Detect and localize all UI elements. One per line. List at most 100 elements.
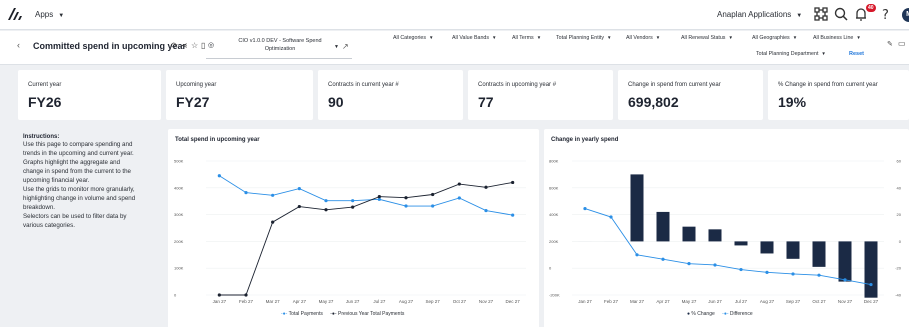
bar bbox=[708, 229, 722, 242]
y2-tick-label: 0 bbox=[899, 239, 902, 244]
data-point bbox=[511, 213, 515, 217]
x-tick-label: Mar 27 bbox=[630, 299, 645, 304]
anaplan-logo-icon[interactable] bbox=[7, 7, 23, 21]
filter-geographies[interactable]: All Geographies ▼ bbox=[752, 35, 797, 41]
star-icon[interactable]: ☆ bbox=[191, 41, 198, 50]
data-point bbox=[217, 174, 221, 178]
chevron-down-icon: ▼ bbox=[58, 13, 65, 19]
filter-label: All Terms bbox=[512, 35, 534, 41]
y-tick-label: 400K bbox=[549, 212, 559, 217]
filter-label: Total Planning Department bbox=[756, 51, 819, 57]
kpi-label: Upcoming year bbox=[176, 82, 217, 88]
filter-terms[interactable]: All Terms ▼ bbox=[512, 35, 541, 41]
chevron-down-icon: ▼ bbox=[792, 35, 798, 40]
series-line-0 bbox=[219, 175, 513, 216]
data-point bbox=[404, 196, 408, 200]
chevron-down-icon: ▼ bbox=[492, 35, 497, 40]
legend-label: Total Payments bbox=[288, 311, 323, 317]
x-tick-label: Jun 27 bbox=[346, 299, 360, 304]
data-point bbox=[404, 204, 408, 208]
y2-tick-label: -20 bbox=[895, 266, 902, 271]
chevron-down-icon: ▼ bbox=[655, 35, 661, 40]
x-tick-label: May 27 bbox=[682, 299, 697, 304]
kpi-card-contracts-upcoming: Contracts in upcoming year # 77 bbox=[468, 70, 613, 120]
version-selector[interactable]: ◎ CIO v1.0.0 DEV - Software Spend Optimi… bbox=[206, 35, 352, 59]
filter-label: All Geographies bbox=[752, 35, 790, 41]
data-point bbox=[484, 208, 488, 213]
edit-icon[interactable]: ✎ bbox=[887, 40, 893, 48]
bar bbox=[734, 241, 748, 246]
search-icon[interactable] bbox=[832, 5, 850, 23]
filter-business-line[interactable]: All Business Line ▼ bbox=[813, 35, 861, 41]
filter-planning-department[interactable]: Total Planning Department ▼ bbox=[756, 51, 826, 57]
x-tick-label: Oct 27 bbox=[812, 299, 826, 304]
x-tick-label: Jul 27 bbox=[735, 299, 748, 304]
x-tick-label: Nov 27 bbox=[479, 299, 494, 304]
series-line-difference bbox=[584, 208, 872, 285]
app-switcher[interactable]: Anaplan Applications ▼ bbox=[717, 10, 802, 19]
chevron-down-icon: ▼ bbox=[728, 35, 733, 40]
data-point bbox=[457, 182, 461, 186]
data-point bbox=[791, 272, 795, 276]
bar bbox=[786, 241, 800, 259]
version-label: CIO v1.0.0 DEV - Software Spend Optimiza… bbox=[238, 38, 322, 52]
bar bbox=[838, 241, 852, 282]
x-tick-label: Nov 27 bbox=[838, 299, 853, 304]
instructions-line: highlighting change in volume and spend bbox=[23, 195, 136, 202]
data-point bbox=[431, 204, 435, 208]
y-tick-label: 200K bbox=[174, 239, 184, 244]
filter-vendors[interactable]: All Vendors ▼ bbox=[626, 35, 660, 41]
x-tick-label: Jan 27 bbox=[578, 299, 592, 304]
back-chevron-icon[interactable]: ‹ bbox=[17, 40, 20, 50]
comment-icon[interactable]: ▭ bbox=[898, 39, 906, 48]
instructions-line: Graphs highlight the aggregate and bbox=[23, 159, 121, 166]
x-tick-label: Feb 27 bbox=[239, 299, 254, 304]
kpi-label: Change in spend from current year bbox=[628, 82, 721, 88]
x-tick-label: Sep 27 bbox=[426, 299, 441, 304]
total-spend-chart: 0 100K 200K 300K 400K 500K Jan 27 Feb 27 Mar 27 A… bbox=[174, 159, 526, 304]
data-point bbox=[244, 293, 248, 297]
data-point bbox=[244, 191, 248, 195]
data-point bbox=[324, 208, 328, 212]
sync-icon[interactable]: ⟳ bbox=[171, 41, 178, 50]
data-point bbox=[431, 192, 435, 197]
external-link-icon[interactable]: ↗ bbox=[342, 42, 349, 51]
filter-value-bands[interactable]: All Value Bands ▼ bbox=[452, 35, 496, 41]
bar bbox=[760, 241, 774, 254]
instructions-line: Use this page to compare spending and bbox=[23, 141, 133, 148]
filter-label: All Value Bands bbox=[452, 35, 490, 41]
filter-renewal-status[interactable]: All Renewal Status ▼ bbox=[681, 35, 733, 41]
data-point bbox=[661, 257, 665, 261]
chevron-down-icon: ▼ bbox=[796, 13, 803, 19]
kpi-card-current-year: Current year FY26 bbox=[18, 70, 161, 120]
help-icon[interactable]: ? bbox=[877, 5, 895, 23]
svg-text:?: ? bbox=[882, 8, 889, 23]
kpi-value: FY26 bbox=[28, 94, 62, 110]
y-tick-label: 0 bbox=[549, 266, 552, 271]
instructions-line: trends in the upcoming and current year. bbox=[23, 150, 134, 157]
kpi-value: 19% bbox=[778, 94, 807, 110]
chevron-down-icon: ▼ bbox=[856, 35, 861, 40]
data-point bbox=[817, 273, 821, 277]
instructions-line: upcoming financial year. bbox=[23, 177, 90, 184]
reset-button[interactable]: Reset bbox=[849, 51, 864, 57]
apps-menu[interactable]: Apps ▼ bbox=[35, 10, 64, 19]
filter-label: All Business Line bbox=[813, 35, 854, 41]
avatar[interactable]: M bbox=[902, 8, 909, 22]
legend-marker-icon: -●- bbox=[330, 311, 337, 317]
y2-tick-label: 20 bbox=[897, 212, 902, 217]
data-point bbox=[713, 263, 717, 267]
filter-planning-entity[interactable]: Total Planning Entity ▼ bbox=[556, 35, 611, 41]
y-tick-label: 0 bbox=[174, 293, 177, 298]
x-tick-label: Feb 27 bbox=[604, 299, 619, 304]
kpi-label: % Change in spend from current year bbox=[778, 82, 878, 88]
bookmark-icon[interactable]: ▯ bbox=[201, 41, 205, 50]
data-point bbox=[843, 278, 847, 282]
share-icon[interactable]: ⋖ bbox=[181, 41, 188, 50]
instructions-text: Use this page to compare spending and tr… bbox=[23, 140, 163, 230]
filter-categories[interactable]: All Categories ▼ bbox=[393, 35, 433, 41]
data-point bbox=[351, 199, 355, 203]
integrations-icon[interactable] bbox=[812, 5, 830, 23]
bar bbox=[864, 241, 878, 298]
bar bbox=[682, 226, 696, 242]
